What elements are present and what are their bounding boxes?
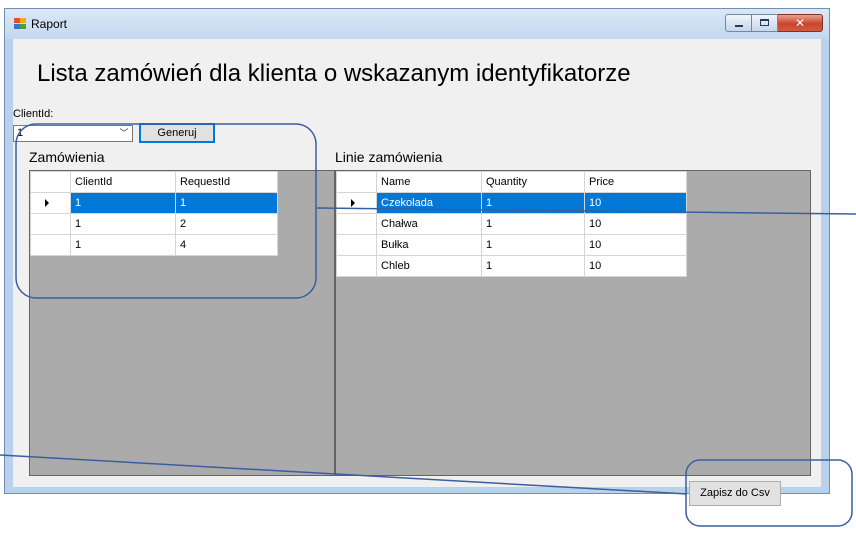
table-cell[interactable]: 1 <box>481 255 585 277</box>
orders-col-header[interactable]: RequestId <box>175 171 278 193</box>
maximize-icon <box>760 19 769 26</box>
chevron-down-icon[interactable]: ﹀ <box>116 126 132 141</box>
form-client-area: Lista zamówień dla klienta o wskazanym i… <box>13 39 821 506</box>
client-id-combobox[interactable]: 1 ﹀ <box>13 125 133 142</box>
table-row[interactable]: 1 2 <box>30 213 278 235</box>
table-cell[interactable]: 10 <box>584 234 687 256</box>
table-row[interactable]: 1 4 <box>30 234 278 256</box>
window-title: Raport <box>31 17 68 31</box>
table-cell[interactable]: 10 <box>584 213 687 235</box>
table-cell[interactable]: 1 <box>70 213 176 235</box>
client-id-value: 1 <box>17 127 24 139</box>
table-cell[interactable]: 1 <box>481 234 585 256</box>
minimize-button[interactable] <box>725 14 752 32</box>
client-id-label: ClientId: <box>13 108 54 120</box>
orders-header-row: ClientId RequestId <box>30 171 278 193</box>
table-cell[interactable]: 1 <box>70 234 176 256</box>
caption-buttons: ✕ <box>725 14 823 33</box>
row-header[interactable] <box>30 192 71 214</box>
row-header[interactable] <box>336 234 377 256</box>
page-title: Lista zamówień dla klienta o wskazanym i… <box>37 60 631 87</box>
table-row[interactable]: Bułka 1 10 <box>336 234 687 256</box>
order-lines-table: Name Quantity Price Czekolada 1 10 Chałw <box>336 171 687 277</box>
orders-grid[interactable]: ClientId RequestId 1 1 1 2 1 4 <box>29 170 335 476</box>
current-row-arrow-icon <box>45 199 49 207</box>
row-header[interactable] <box>30 234 71 256</box>
table-cell[interactable]: Bułka <box>376 234 482 256</box>
table-cell[interactable]: 2 <box>175 213 278 235</box>
lines-col-header[interactable]: Price <box>584 171 687 193</box>
orders-col-header[interactable]: ClientId <box>70 171 176 193</box>
lines-header-row: Name Quantity Price <box>336 171 687 193</box>
lines-col-header[interactable]: Quantity <box>481 171 585 193</box>
current-row-arrow-icon <box>351 199 355 207</box>
table-cell[interactable]: 1 <box>70 192 176 214</box>
table-cell[interactable]: Chleb <box>376 255 482 277</box>
table-cell[interactable]: 1 <box>481 213 585 235</box>
row-header[interactable] <box>30 213 71 235</box>
orders-corner-cell[interactable] <box>30 171 71 193</box>
row-header[interactable] <box>336 192 377 214</box>
title-bar[interactable]: Raport ✕ <box>5 9 829 39</box>
lines-col-header[interactable]: Name <box>376 171 482 193</box>
lines-corner-cell[interactable] <box>336 171 377 193</box>
maximize-button[interactable] <box>752 14 778 32</box>
orders-label: Zamówienia <box>29 149 105 165</box>
row-header[interactable] <box>336 255 377 277</box>
save-csv-button[interactable]: Zapisz do Csv <box>689 481 781 506</box>
close-button[interactable]: ✕ <box>778 14 823 32</box>
table-row[interactable]: Chałwa 1 10 <box>336 213 687 235</box>
orders-table: ClientId RequestId 1 1 1 2 1 4 <box>30 171 278 256</box>
order-lines-label: Linie zamówienia <box>335 149 443 165</box>
minimize-icon <box>735 25 743 27</box>
generate-button[interactable]: Generuj <box>139 123 215 143</box>
table-cell[interactable]: Czekolada <box>376 192 482 214</box>
table-cell[interactable]: 4 <box>175 234 278 256</box>
table-row[interactable]: Czekolada 1 10 <box>336 192 687 214</box>
table-cell[interactable]: 10 <box>584 255 687 277</box>
table-cell[interactable]: 1 <box>481 192 585 214</box>
table-cell[interactable]: 1 <box>175 192 278 214</box>
table-row[interactable]: 1 1 <box>30 192 278 214</box>
table-row[interactable]: Chleb 1 10 <box>336 255 687 277</box>
row-header[interactable] <box>336 213 377 235</box>
table-cell[interactable]: 10 <box>584 192 687 214</box>
app-icon <box>14 18 26 29</box>
order-lines-grid[interactable]: Name Quantity Price Czekolada 1 10 Chałw <box>335 170 811 476</box>
table-cell[interactable]: Chałwa <box>376 213 482 235</box>
close-icon: ✕ <box>794 16 806 30</box>
app-window: Raport ✕ Lista zamówień dla klienta o ws… <box>4 8 830 506</box>
